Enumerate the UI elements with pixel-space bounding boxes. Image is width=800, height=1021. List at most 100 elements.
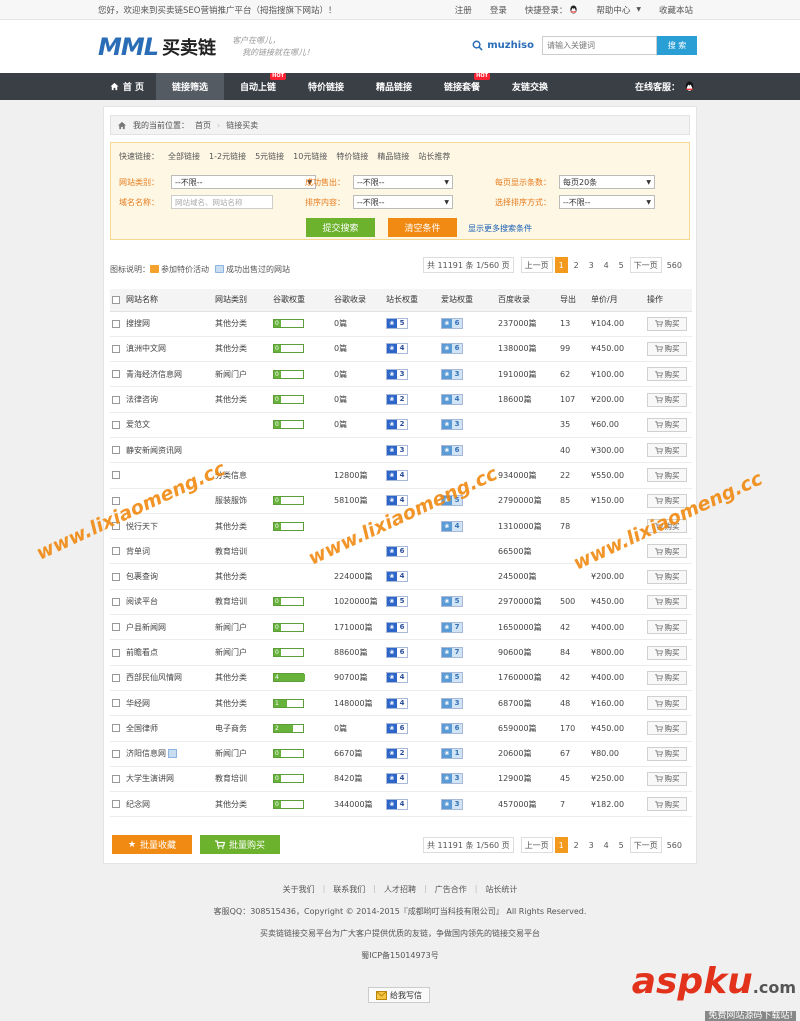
site-name[interactable]: 前瞻看点 — [124, 639, 213, 666]
buy-button[interactable]: 购买 — [647, 771, 687, 786]
icp[interactable]: 蜀ICP备15014973号 — [0, 950, 800, 961]
buy-button[interactable]: 购买 — [647, 569, 687, 584]
nav-link-filter[interactable]: 链接筛选 — [156, 73, 224, 100]
site-name[interactable]: 阅读平台 — [124, 589, 213, 616]
row-checkbox[interactable] — [112, 420, 120, 429]
pager-page[interactable]: 3 — [585, 837, 598, 853]
quick-link[interactable]: 精品链接 — [377, 151, 409, 162]
sort-method-select[interactable]: --不限-- ▼ — [559, 195, 655, 209]
row-checkbox[interactable] — [112, 471, 120, 480]
batch-buy-button[interactable]: 批量购买 — [200, 835, 280, 854]
quick-link[interactable]: 特价链接 — [336, 151, 368, 162]
row-checkbox[interactable] — [112, 395, 120, 404]
pager-page[interactable]: 4 — [600, 257, 613, 273]
more-filters-link[interactable]: 显示更多搜索条件 — [468, 223, 532, 234]
qq-icon[interactable] — [684, 81, 695, 93]
row-checkbox[interactable] — [112, 572, 120, 581]
per-page-select[interactable]: 每页20条 ▼ — [559, 175, 655, 189]
select-all-checkbox[interactable] — [112, 295, 120, 304]
row-checkbox[interactable] — [112, 774, 120, 783]
pager-page[interactable]: 1 — [554, 837, 568, 853]
site-name[interactable]: 大学生演讲网 — [124, 766, 213, 793]
row-checkbox[interactable] — [112, 724, 120, 733]
row-checkbox[interactable] — [112, 597, 120, 606]
pager-page[interactable]: 3 — [585, 257, 598, 273]
row-checkbox[interactable] — [112, 699, 120, 708]
row-checkbox[interactable] — [112, 648, 120, 657]
pager-page[interactable]: 5 — [615, 257, 628, 273]
pager-page[interactable]: 2 — [570, 257, 583, 273]
nav-exchange[interactable]: 友链交换 — [496, 73, 564, 100]
quick-link[interactable]: 5元链接 — [255, 151, 284, 162]
sort-content-select[interactable]: --不限-- ▼ — [353, 195, 453, 209]
online-service[interactable]: 在线客服： — [635, 73, 695, 100]
row-checkbox[interactable] — [112, 446, 120, 455]
row-checkbox[interactable] — [112, 547, 120, 556]
pager-page[interactable]: 5 — [615, 837, 628, 853]
guestbook-button[interactable]: 给我写信 — [368, 987, 430, 1003]
pager-last[interactable]: 560 — [664, 837, 685, 853]
pager-next[interactable]: 下一页 — [629, 837, 662, 853]
footer-link[interactable]: 广告合作 — [427, 884, 475, 895]
buy-button[interactable]: 购买 — [647, 645, 687, 660]
site-name[interactable]: 静安新闻资讯网 — [124, 437, 213, 464]
buy-button[interactable]: 购买 — [647, 746, 687, 761]
row-checkbox[interactable] — [112, 344, 120, 353]
nav-package[interactable]: 链接套餐 HOT — [428, 73, 496, 100]
breadcrumb-home[interactable]: 首页 — [195, 120, 211, 131]
buy-button[interactable]: 购买 — [647, 392, 687, 407]
batch-favorite-button[interactable]: ★ 批量收藏 — [112, 835, 192, 854]
site-name[interactable]: 滇洲中文网 — [124, 336, 213, 363]
site-name[interactable]: 户县新闻网 — [124, 614, 213, 641]
buy-button[interactable]: 购买 — [647, 443, 687, 458]
site-type-select[interactable]: --不限-- ▼ — [171, 175, 316, 189]
pager-page[interactable]: 4 — [600, 837, 613, 853]
buy-button[interactable]: 购买 — [647, 367, 687, 382]
nav-special[interactable]: 特价链接 — [292, 73, 360, 100]
nav-premium[interactable]: 精品链接 — [360, 73, 428, 100]
row-checkbox[interactable] — [112, 623, 120, 632]
favorite-link[interactable]: 收藏本站 — [650, 4, 702, 16]
buy-button[interactable]: 购买 — [647, 696, 687, 711]
row-checkbox[interactable] — [112, 673, 120, 682]
quick-link[interactable]: 10元链接 — [293, 151, 327, 162]
domain-input[interactable]: 网站域名、网站名称 — [171, 195, 273, 209]
nav-home[interactable]: 首 页 — [98, 73, 156, 100]
register-link[interactable]: 注册 — [446, 4, 481, 16]
site-name[interactable]: 纪念网 — [124, 791, 213, 818]
footer-link[interactable]: 关于我们 — [275, 884, 323, 895]
pager-prev[interactable]: 上一页 — [520, 837, 553, 853]
site-name[interactable]: 搜搜网 — [124, 311, 213, 337]
quick-link[interactable]: 1-2元链接 — [209, 151, 246, 162]
row-checkbox[interactable] — [112, 749, 120, 758]
row-checkbox[interactable] — [112, 370, 120, 379]
help-center[interactable]: 帮助中心 ▼ — [587, 4, 650, 16]
row-checkbox[interactable] — [112, 800, 120, 809]
site-name[interactable]: 全国律师 — [124, 715, 213, 742]
site-name[interactable]: 青海经济信息网 — [124, 361, 213, 388]
clear-filter-button[interactable]: 清空条件 — [388, 218, 457, 237]
row-checkbox[interactable] — [112, 319, 120, 328]
buy-button[interactable]: 购买 — [647, 620, 687, 635]
site-name[interactable]: 济阳信息网 — [124, 741, 213, 767]
site-name[interactable]: 背单词 — [124, 538, 213, 565]
site-name[interactable]: 法律咨询 — [124, 386, 213, 413]
quick-link[interactable]: 全部链接 — [168, 151, 200, 162]
footer-link[interactable]: 人才招聘 — [376, 884, 424, 895]
quick-login[interactable]: 快捷登录： — [516, 4, 588, 16]
footer-link[interactable]: 站长统计 — [477, 884, 525, 895]
login-link[interactable]: 登录 — [481, 4, 516, 16]
buy-button[interactable]: 购买 — [647, 670, 687, 685]
nav-auto-link[interactable]: 自动上链 HOT — [224, 73, 292, 100]
buy-button[interactable]: 购买 — [647, 721, 687, 736]
submit-search-button[interactable]: 提交搜索 — [306, 218, 375, 237]
pager-prev[interactable]: 上一页 — [520, 257, 553, 273]
buy-button[interactable]: 购买 — [647, 468, 687, 483]
buy-button[interactable]: 购买 — [647, 594, 687, 609]
pager-page[interactable]: 2 — [570, 837, 583, 853]
site-name[interactable]: 爱范文 — [124, 412, 213, 438]
quick-link[interactable]: 站长推荐 — [418, 151, 450, 162]
logo[interactable]: MML 买卖链 — [98, 33, 216, 61]
buy-button[interactable]: 购买 — [647, 544, 687, 559]
footer-link[interactable]: 联系我们 — [325, 884, 373, 895]
